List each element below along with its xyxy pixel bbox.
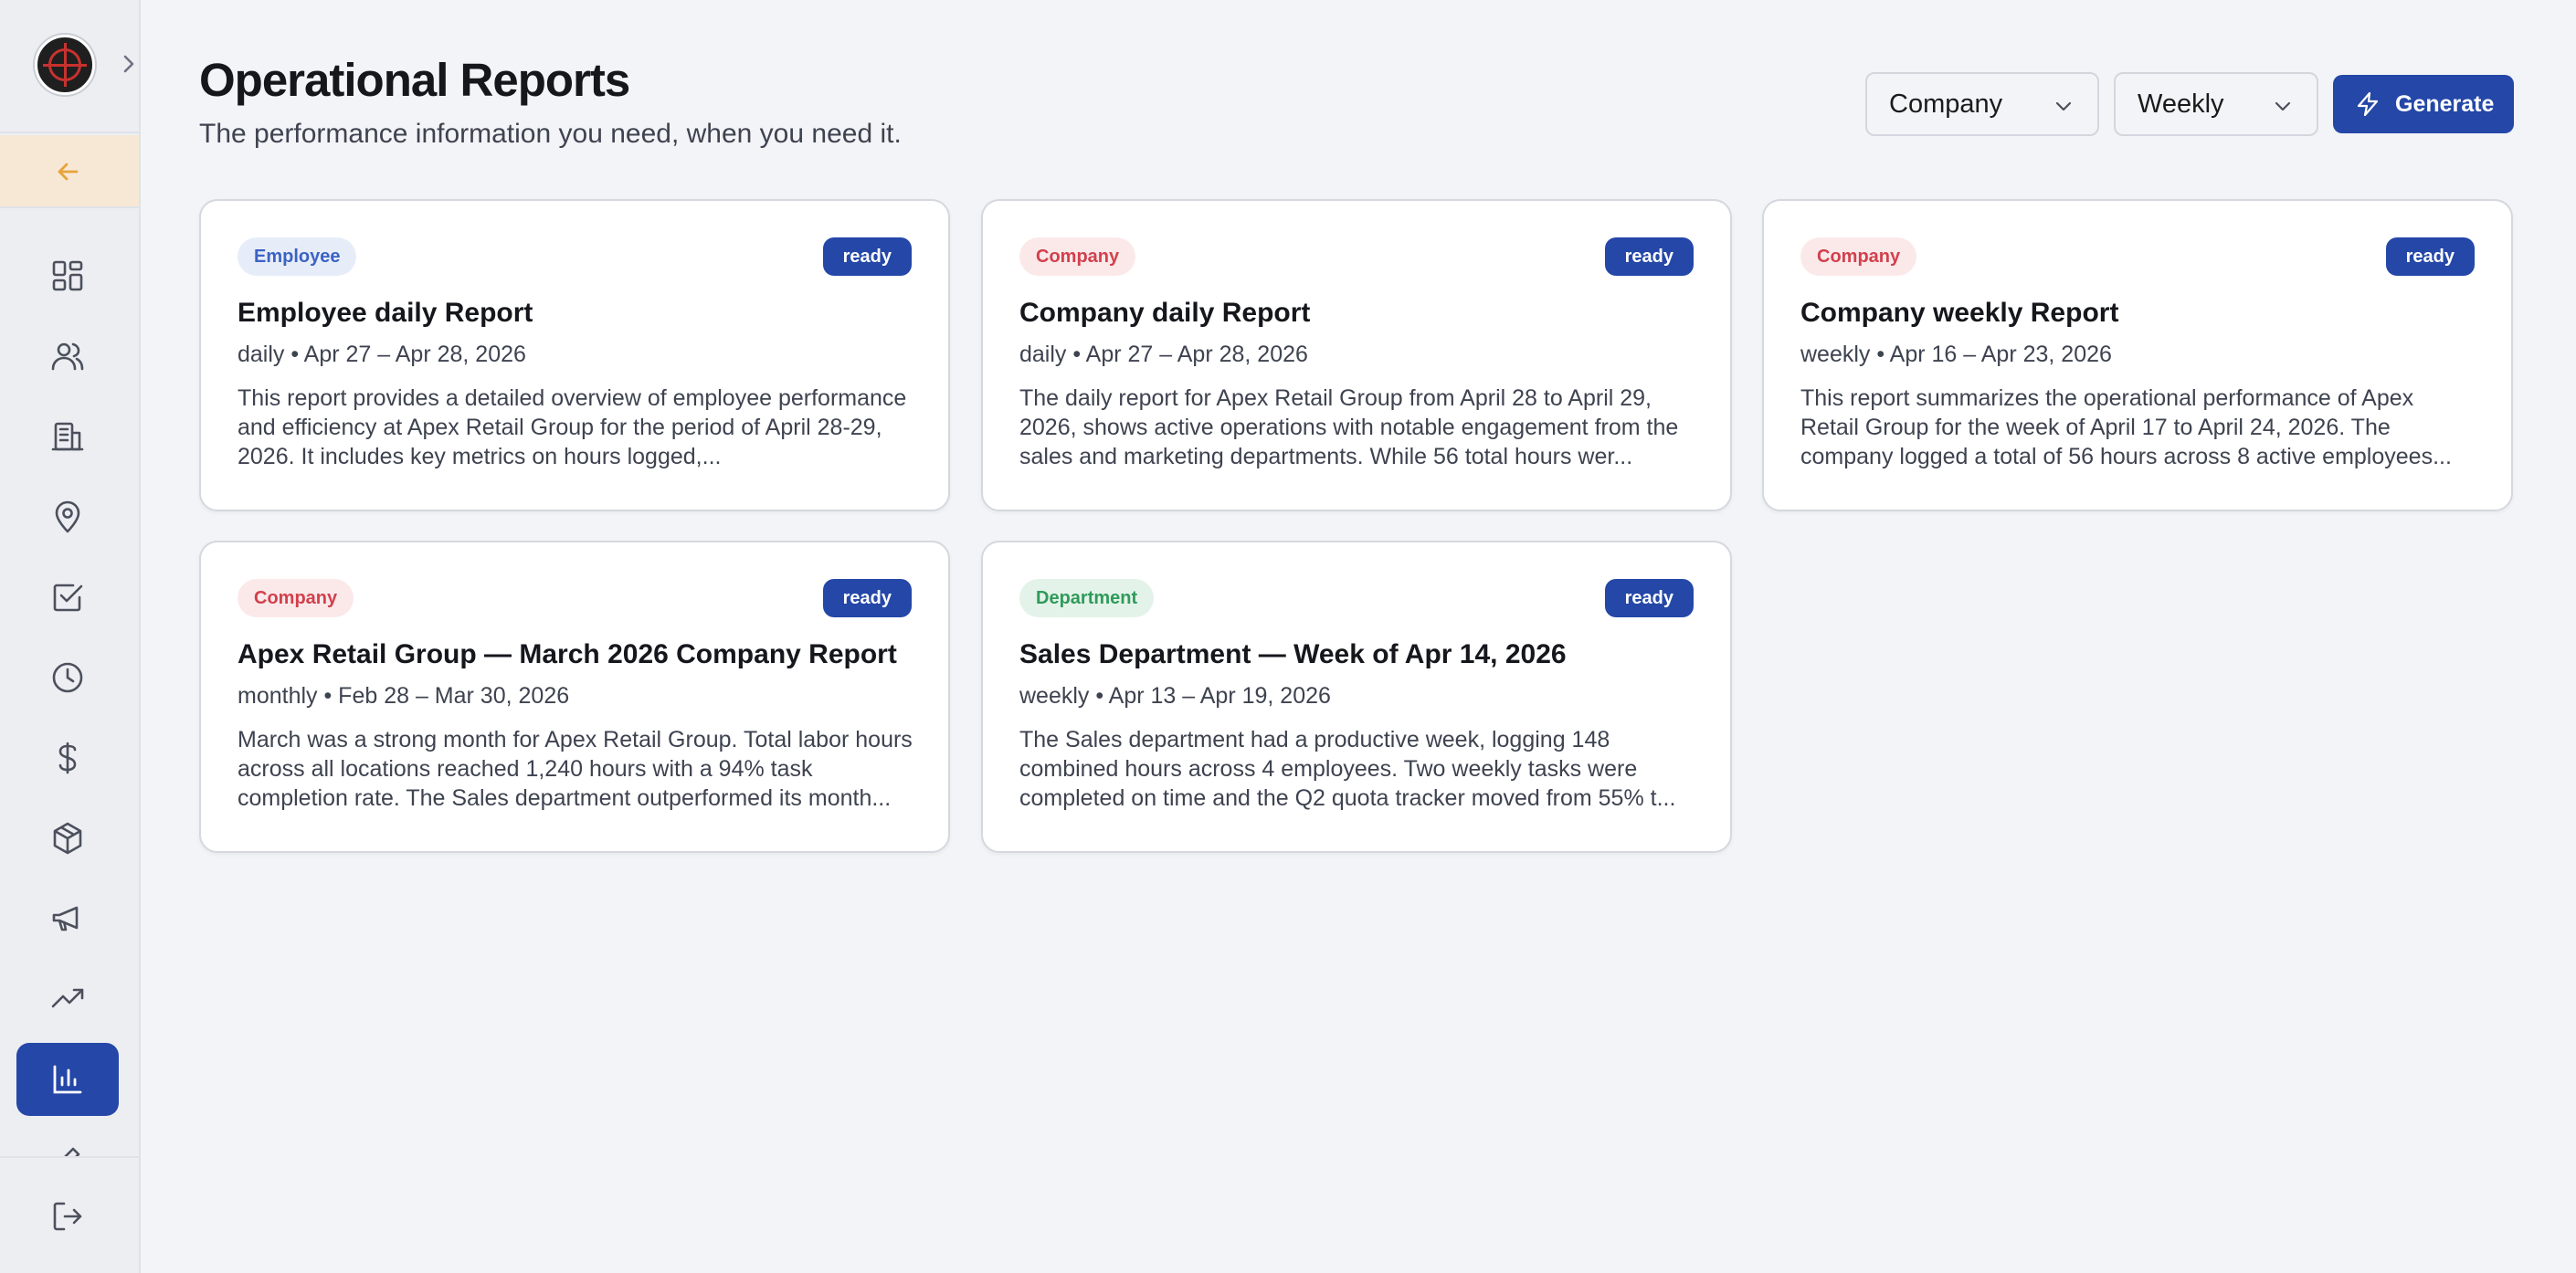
nav-dashboard[interactable] (16, 239, 119, 312)
report-period: weekly • Apr 13 – Apr 19, 2026 (1019, 683, 1331, 709)
company-logo-avatar[interactable] (35, 35, 95, 95)
report-summary: The daily report for Apex Retail Group f… (1019, 385, 1679, 469)
period-select-value: Weekly (2138, 89, 2224, 119)
nav-time[interactable] (16, 641, 119, 714)
period-select[interactable]: Weekly (2114, 72, 2318, 136)
page-title: Operational Reports (199, 54, 630, 106)
status-badge: ready (1604, 579, 1694, 617)
generate-button-label: Generate (2395, 91, 2495, 117)
report-summary: The Sales department had a productive we… (1019, 727, 1676, 811)
sidebar (0, 0, 141, 1273)
report-type-tag: Department (1019, 579, 1155, 617)
bar-chart-icon (53, 1065, 82, 1094)
report-card[interactable]: Department ready Sales Department — Week… (981, 541, 1732, 853)
nav-inventory[interactable] (16, 802, 119, 875)
report-card[interactable]: Company ready Apex Retail Group — March … (199, 541, 950, 853)
report-summary: This report summarizes the operational p… (1800, 385, 2452, 469)
trending-up-icon (51, 988, 84, 1008)
building-icon (51, 422, 84, 451)
report-period: monthly • Feb 28 – Mar 30, 2026 (238, 683, 570, 709)
users-icon (51, 342, 84, 371)
nav-users[interactable] (16, 320, 119, 393)
nav-company[interactable] (16, 400, 119, 473)
location-pin-icon (55, 500, 80, 533)
report-title: Company weekly Report (1800, 298, 2119, 328)
report-title: Apex Retail Group — March 2026 Company R… (238, 639, 897, 669)
status-badge: ready (2385, 237, 2475, 276)
status-badge: ready (822, 237, 912, 276)
sidebar-header (0, 0, 139, 133)
chevron-down-icon (2055, 101, 2072, 111)
nav-analytics[interactable] (16, 963, 119, 1036)
report-card[interactable]: Company ready Company weekly Report week… (1762, 199, 2513, 511)
chevron-down-icon (2275, 101, 2291, 111)
report-title: Employee daily Report (238, 298, 533, 328)
report-type-tag: Employee (238, 237, 357, 276)
task-check-icon (53, 584, 83, 612)
status-badge: ready (1604, 237, 1694, 276)
report-card[interactable]: Company ready Company daily Report daily… (981, 199, 1732, 511)
nav-payroll[interactable] (16, 721, 119, 794)
page-subtitle: The performance information you need, wh… (199, 119, 902, 149)
report-title: Company daily Report (1019, 298, 1311, 328)
logout-icon[interactable] (49, 1198, 86, 1235)
report-card[interactable]: Employee ready Employee daily Report dai… (199, 199, 950, 511)
nav-locations[interactable] (16, 480, 119, 553)
back-button[interactable] (0, 135, 139, 208)
dollar-icon (58, 742, 77, 774)
report-type-tag: Company (1019, 237, 1136, 276)
status-badge: ready (822, 579, 912, 617)
scope-select[interactable]: Company (1865, 72, 2099, 136)
sidebar-footer (0, 1156, 139, 1273)
report-type-tag: Company (1800, 237, 1917, 276)
nav-edit[interactable] (16, 1123, 119, 1156)
report-summary: March was a strong month for Apex Retail… (238, 727, 913, 811)
report-period: daily • Apr 27 – Apr 28, 2026 (1019, 342, 1308, 367)
package-icon (53, 822, 82, 855)
edit-icon (64, 1147, 80, 1156)
arrow-left-icon (58, 163, 79, 181)
report-period: weekly • Apr 16 – Apr 23, 2026 (1800, 342, 2112, 367)
lightning-icon (2357, 91, 2379, 117)
expand-sidebar-chevron-icon[interactable] (121, 49, 139, 79)
nav-marketing[interactable] (16, 882, 119, 955)
report-period: daily • Apr 27 – Apr 28, 2026 (238, 342, 526, 367)
nav-tasks[interactable] (16, 561, 119, 634)
generate-button[interactable]: Generate (2333, 75, 2514, 133)
report-title: Sales Department — Week of Apr 14, 2026 (1019, 639, 1567, 669)
clock-icon (52, 662, 83, 693)
dashboard-icon (52, 260, 83, 291)
report-summary: This report provides a detailed overview… (238, 385, 907, 469)
scope-select-value: Company (1889, 89, 2003, 119)
nav-reports[interactable] (16, 1043, 119, 1116)
report-type-tag: Company (238, 579, 354, 617)
megaphone-icon (52, 906, 79, 931)
logo-crosshair-v (64, 43, 67, 87)
